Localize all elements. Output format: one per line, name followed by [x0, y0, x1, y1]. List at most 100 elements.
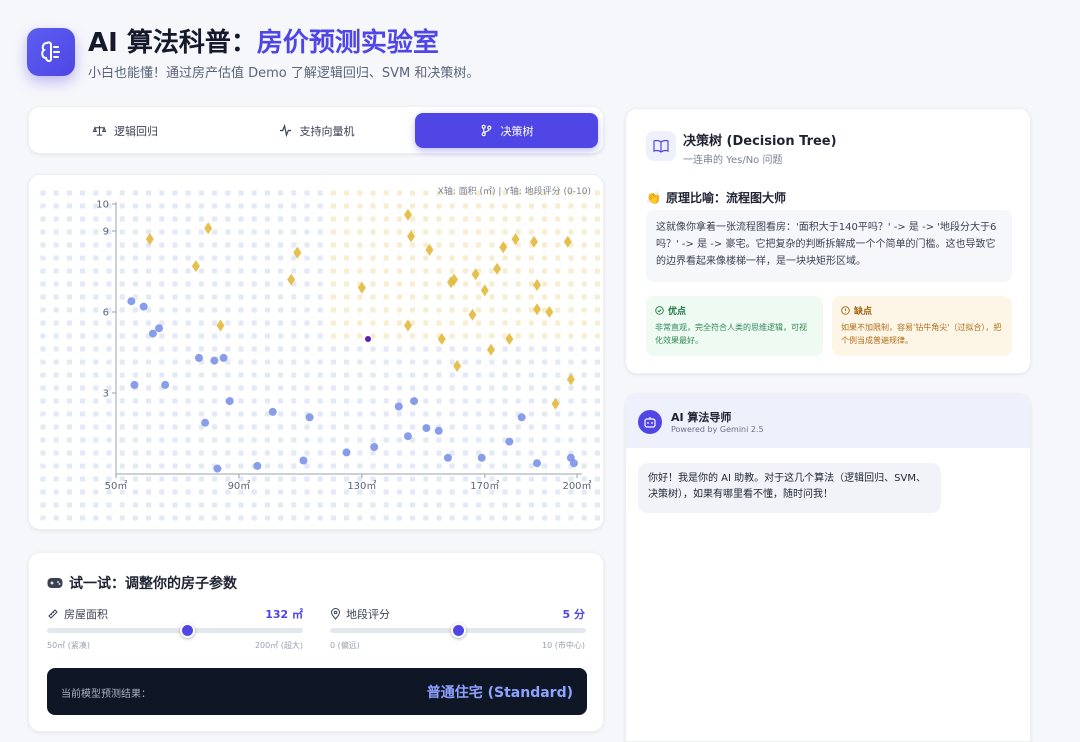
prediction-label: 当前模型预测结果：	[61, 689, 151, 700]
grid-dot	[423, 489, 429, 495]
grid-dot	[344, 411, 350, 417]
grid-dot	[542, 424, 548, 430]
grid-dot	[172, 515, 178, 521]
grid-dot	[251, 398, 257, 404]
grid-dot	[594, 424, 600, 430]
grid-dot	[238, 437, 244, 443]
grid-dot	[238, 515, 244, 521]
grid-dot	[449, 359, 455, 365]
area-slider-track[interactable]	[47, 628, 303, 633]
grid-dot	[515, 333, 521, 339]
grid-dot	[146, 515, 152, 521]
data-point-luxury	[204, 222, 213, 235]
grid-dot	[330, 268, 336, 274]
grid-dot	[278, 476, 284, 482]
data-point-standard	[517, 413, 526, 422]
grid-dot	[344, 385, 350, 391]
grid-dot	[264, 359, 270, 365]
grid-dot	[80, 437, 86, 443]
data-point-standard	[505, 437, 514, 446]
grid-dot	[594, 398, 600, 404]
grid-dot	[146, 320, 152, 326]
grid-dot	[423, 463, 429, 469]
grid-dot	[489, 463, 495, 469]
grid-dot	[594, 463, 600, 469]
grid-dot	[555, 359, 561, 365]
grid-dot	[528, 255, 534, 261]
grid-dot	[198, 450, 204, 456]
grid-dot	[212, 424, 218, 430]
grid-dot	[93, 515, 99, 521]
grid-dot	[383, 294, 389, 300]
grid-dot	[383, 437, 389, 443]
grid-dot	[119, 307, 125, 313]
grid-dot	[185, 320, 191, 326]
grid-dot	[146, 268, 152, 274]
grid-dot	[330, 502, 336, 508]
grid-dot	[132, 229, 138, 235]
grid-dot	[449, 385, 455, 391]
grid-dot	[212, 411, 218, 417]
grid-dot	[555, 424, 561, 430]
grid-dot	[594, 216, 600, 222]
grid-dot	[80, 463, 86, 469]
grid-dot	[423, 333, 429, 339]
grid-dot	[146, 190, 152, 196]
grid-dot	[291, 450, 297, 456]
grid-dot	[198, 489, 204, 495]
grid-dot	[304, 229, 310, 235]
x-tick-label: 50㎡	[105, 480, 128, 492]
tab-logistic-regression[interactable]: 逻辑回归	[34, 113, 217, 148]
grid-dot	[132, 255, 138, 261]
grid-dot	[515, 307, 521, 313]
grid-dot	[436, 515, 442, 521]
grid-dot	[251, 346, 257, 352]
grid-dot	[436, 346, 442, 352]
grid-dot	[317, 320, 323, 326]
scatter-chart[interactable]: 50㎡ 90㎡ 130㎡ 170㎡ 200㎡ 3 6 9 10	[29, 175, 604, 530]
area-slider-thumb[interactable]	[180, 623, 196, 638]
grid-dot	[278, 255, 284, 261]
grid-dot	[357, 424, 363, 430]
grid-dot	[396, 359, 402, 365]
grid-dot	[106, 437, 112, 443]
grid-dot	[330, 437, 336, 443]
grid-dot	[80, 450, 86, 456]
grid-dot	[449, 242, 455, 248]
grid-dot	[330, 294, 336, 300]
tab-svm[interactable]: 支持向量机	[225, 113, 408, 148]
grid-dot	[264, 437, 270, 443]
grid-dot	[423, 216, 429, 222]
grid-dot	[462, 203, 468, 209]
ai-tutor-title: AI 算法导师	[671, 411, 732, 424]
grid-dot	[489, 333, 495, 339]
grid-dot	[146, 281, 152, 287]
grid-dot	[410, 346, 416, 352]
grid-dot	[436, 294, 442, 300]
grid-dot	[476, 385, 482, 391]
grid-dot	[449, 424, 455, 430]
grid-dot	[198, 307, 204, 313]
grid-dot	[172, 385, 178, 391]
grid-dot	[581, 398, 587, 404]
grid-dot	[80, 320, 86, 326]
grid-dot	[317, 385, 323, 391]
grid-dot	[370, 385, 376, 391]
grid-dot	[594, 372, 600, 378]
grid-dot	[278, 307, 284, 313]
location-slider-thumb[interactable]	[450, 623, 466, 638]
grid-dot	[370, 333, 376, 339]
pros-heading: 优点	[655, 304, 814, 317]
grid-dot	[93, 307, 99, 313]
grid-dot	[594, 437, 600, 443]
grid-dot	[449, 372, 455, 378]
grid-dot	[317, 424, 323, 430]
data-point-standard	[253, 461, 262, 470]
grid-dot	[581, 333, 587, 339]
grid-dot	[383, 450, 389, 456]
grid-dot	[489, 281, 495, 287]
grid-dot	[370, 190, 376, 196]
grid-dot	[132, 398, 138, 404]
grid-dot	[568, 385, 574, 391]
tab-decision-tree[interactable]: 决策树	[415, 113, 598, 148]
